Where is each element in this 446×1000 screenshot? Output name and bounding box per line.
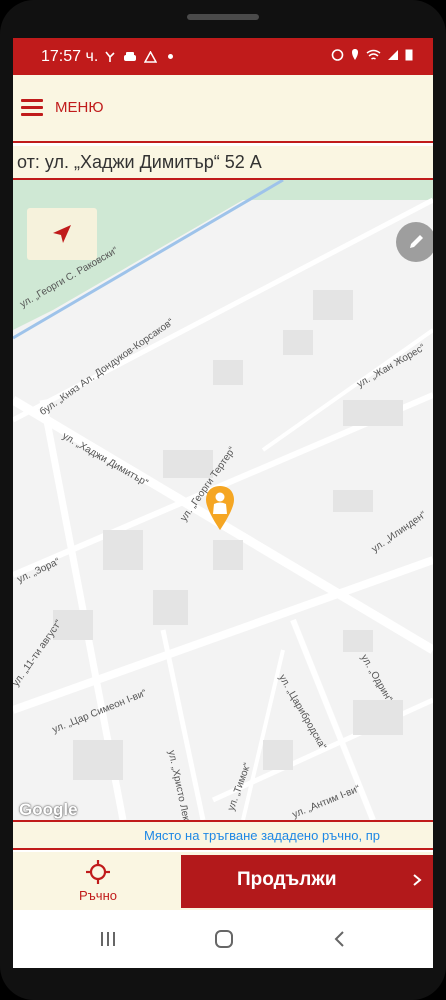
status-left-icons [104,50,174,64]
bottom-action-bar: Ръчно Продължи [13,852,433,910]
map-provider-logo: Google [19,800,78,819]
status-bar: 17:57 ч. [13,38,433,75]
phone-frame: 17:57 ч. МЕНЮ от: ул. „Хаджи Димитър“ 52… [0,0,446,1000]
manual-label: Ръчно [79,888,117,903]
manual-button[interactable]: Ръчно [73,858,123,908]
system-nav-bar [13,910,433,968]
continue-button[interactable]: Продължи [181,855,433,908]
my-location-button[interactable] [27,208,97,260]
car-icon [124,51,137,61]
address-field[interactable]: от: ул. „Хаджи Димитър“ 52 А [13,146,433,180]
map-view[interactable]: ул. „Георги С. Раковски“ бул. „Княз Ал. … [13,180,433,820]
navigation-arrow-icon [53,225,71,243]
back-icon[interactable] [333,930,347,948]
signal-icon [388,49,398,60]
pickup-pin-icon [206,486,234,530]
status-right-icons [331,48,413,61]
notification-dot [168,54,174,59]
alarm-icon [331,49,344,61]
edit-button[interactable] [396,222,433,262]
pencil-icon [410,235,423,248]
location-icon [352,49,358,60]
continue-label: Продължи [237,869,337,890]
crosshair-icon [86,860,110,884]
app-bar: МЕНЮ [13,75,433,143]
menu-label[interactable]: МЕНЮ [55,99,104,116]
home-icon[interactable] [214,930,234,948]
earpiece [187,14,259,20]
stroller-icon [105,51,115,62]
chevron-right-icon [413,874,422,886]
wifi-icon [366,49,381,60]
status-time: 17:57 ч. [41,47,99,65]
battery-icon [405,49,413,61]
info-strip: Място на тръгване зададено ръчно, пр [13,820,433,850]
recent-apps-icon[interactable] [99,930,117,948]
drive-icon [144,50,158,63]
info-message: Място на тръгване зададено ръчно, пр [144,828,380,843]
menu-icon[interactable] [21,99,43,116]
screen: 17:57 ч. МЕНЮ от: ул. „Хаджи Димитър“ 52… [13,38,433,968]
